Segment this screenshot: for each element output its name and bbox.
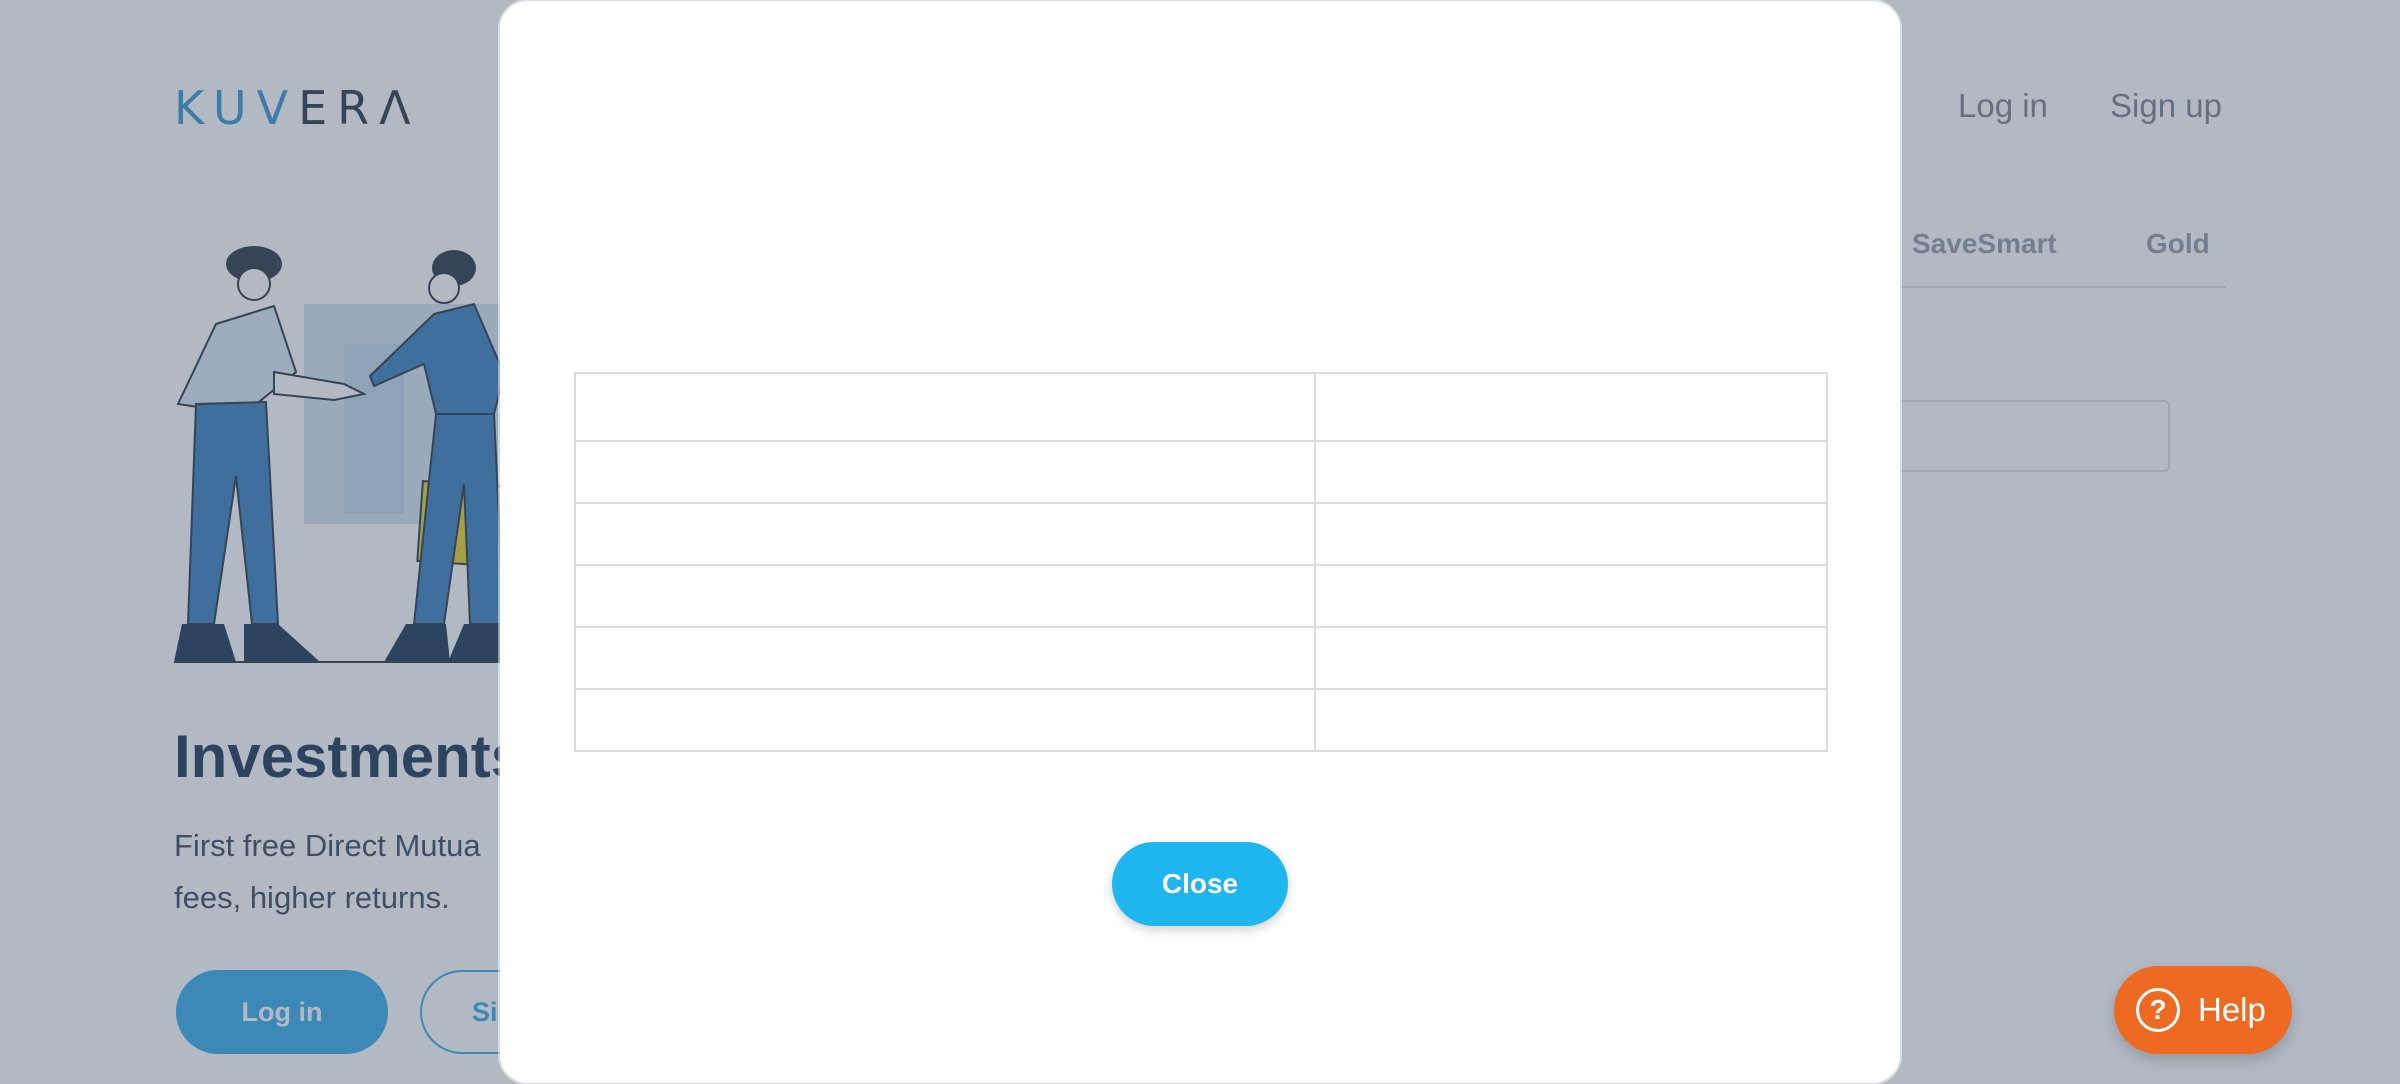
table-row [574,372,1828,442]
table-row [574,564,1828,628]
modal-dialog: Close [500,1,1900,1083]
modal-table [574,372,1828,752]
table-cell [574,688,1316,752]
table-row [574,502,1828,566]
table-cell [1314,372,1828,442]
table-cell [574,502,1316,566]
table-cell [1314,564,1828,628]
table-cell [1314,440,1828,504]
table-cell [1314,502,1828,566]
table-cell [574,626,1316,690]
table-row [574,440,1828,504]
close-button[interactable]: Close [1112,842,1288,926]
table-row [574,688,1828,752]
table-cell [574,440,1316,504]
table-cell [1314,688,1828,752]
table-cell [1314,626,1828,690]
help-button[interactable]: ? Help [2114,966,2292,1054]
question-circle-icon: ? [2136,988,2180,1032]
help-label: Help [2198,991,2266,1028]
table-row [574,626,1828,690]
table-cell [574,564,1316,628]
table-cell [574,372,1316,442]
